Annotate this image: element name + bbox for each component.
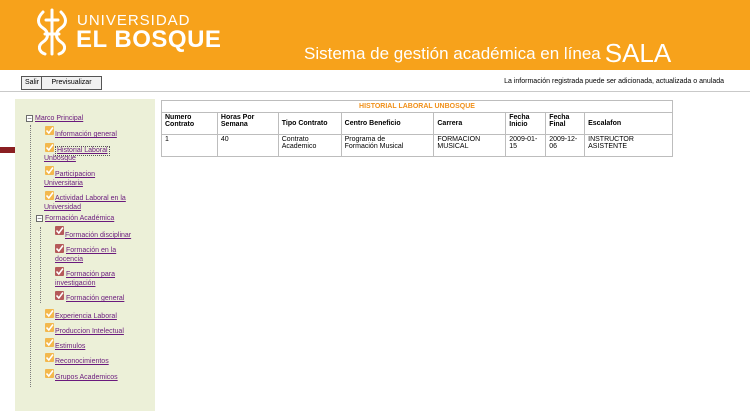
nav-item-estimulos[interactable]: Estimulos xyxy=(55,343,85,351)
nav-item-participacion-line2[interactable]: Universitaria xyxy=(44,180,83,188)
nav-item-formacion-docencia[interactable]: Formación en la xyxy=(66,247,116,255)
check-icon xyxy=(45,323,54,332)
exit-button[interactable]: Salir xyxy=(21,76,44,90)
cell-tipo: Contrato Academico xyxy=(277,134,342,157)
table-header-row: Numero Contrato Horas Por Semana Tipo Cont… xyxy=(161,112,673,135)
column-header: Fecha Inicio xyxy=(505,112,547,135)
check-icon xyxy=(55,291,64,300)
nav-item-informacion-general[interactable]: Información general xyxy=(55,131,117,139)
check-icon xyxy=(45,126,54,135)
cell-fecha-final: 2009-12- 06 xyxy=(545,134,586,157)
column-header: Centro Beneficio xyxy=(340,112,435,135)
collapse-toggle-icon[interactable]: − xyxy=(36,215,43,222)
check-icon xyxy=(45,338,54,347)
nav-root-marco-principal[interactable]: Marco Principal xyxy=(35,115,83,123)
nav-folder-formacion-academica[interactable]: Formación Académica xyxy=(45,215,114,223)
column-header: Tipo Contrato xyxy=(277,112,342,135)
nav-item-historial-laboral-line2[interactable]: Unbosque xyxy=(44,155,76,163)
collapse-toggle-icon[interactable]: − xyxy=(26,115,33,122)
nav-item-experiencia-laboral[interactable]: Experiencia Laboral xyxy=(55,313,117,321)
check-icon xyxy=(45,369,54,378)
check-icon xyxy=(45,143,54,152)
cell-numero: 1 xyxy=(161,134,218,157)
cell-horas: 40 xyxy=(216,134,279,157)
brand-name: EL BOSQUE xyxy=(76,26,222,53)
nav-item-reconocimientos[interactable]: Reconocimientos xyxy=(55,358,109,366)
university-logo xyxy=(37,8,67,56)
table-caption-row: HISTORIAL LABORAL UNBOSQUE xyxy=(161,100,673,113)
sidebar-nav: − Marco Principal Información general Hi… xyxy=(15,99,155,411)
check-icon xyxy=(45,309,54,318)
historial-laboral-table: HISTORIAL LABORAL UNBOSQUE Numero Contrat… xyxy=(161,100,673,157)
nav-item-actividad-laboral[interactable]: Actividad Laboral en la xyxy=(55,195,126,203)
check-icon xyxy=(55,226,64,235)
cell-fecha-inicio: 2009-01- 15 xyxy=(505,134,547,157)
nav-item-label: Historial Laboral xyxy=(57,147,108,154)
cell-centro: Programa de Formación Musical xyxy=(340,134,435,157)
nav-item-grupos-academicos[interactable]: Grupos Academicos xyxy=(55,374,118,382)
nav-item-actividad-laboral-line2[interactable]: Universidad xyxy=(44,204,81,212)
table-caption: HISTORIAL LABORAL UNBOSQUE xyxy=(161,100,673,113)
nav-item-formacion-disciplinar[interactable]: Formación disciplinar xyxy=(65,232,131,240)
system-name: SALA xyxy=(604,38,672,68)
app-header: UNIVERSIDAD EL BOSQUE Sistema de gestión… xyxy=(0,0,750,70)
check-icon xyxy=(45,191,54,200)
nav-item-participacion[interactable]: Participacion xyxy=(55,171,95,179)
column-header: Fecha Final xyxy=(545,112,586,135)
column-header: Numero Contrato xyxy=(161,112,218,135)
nav-item-formacion-investigacion[interactable]: Formación para xyxy=(66,271,115,279)
check-icon xyxy=(55,244,64,253)
nav-item-formacion-general[interactable]: Formación general xyxy=(66,295,124,303)
table-row: 1 40 Contrato Academico Programa de Formac… xyxy=(161,134,673,157)
nav-item-formacion-docencia-line2[interactable]: docencia xyxy=(55,256,83,264)
preview-button[interactable]: Previsualizar xyxy=(41,76,102,90)
notice-text: La información registrada puede ser adic… xyxy=(504,78,724,85)
column-header: Escalafon xyxy=(584,112,673,135)
system-title-text: Sistema de gestión académica en línea xyxy=(304,44,601,63)
check-icon xyxy=(45,353,54,362)
cell-carrera: FORMACION MUSICAL xyxy=(433,134,507,157)
tree-connector xyxy=(30,125,31,387)
column-header: Carrera xyxy=(433,112,507,135)
toolbar: Salir Previsualizar La información regis… xyxy=(0,70,750,92)
system-title: Sistema de gestión académica en línea SAL… xyxy=(304,38,671,69)
column-header: Horas Por Semana xyxy=(216,112,279,135)
check-icon xyxy=(55,267,64,276)
nav-item-produccion-intelectual[interactable]: Produccion Intelectual xyxy=(55,328,124,336)
nav-item-formacion-investigacion-line2[interactable]: investigación xyxy=(55,280,95,288)
cell-escalafon: INSTRUCTOR ASISTENTE xyxy=(584,134,673,157)
check-icon xyxy=(45,166,54,175)
tree-connector xyxy=(40,227,41,303)
